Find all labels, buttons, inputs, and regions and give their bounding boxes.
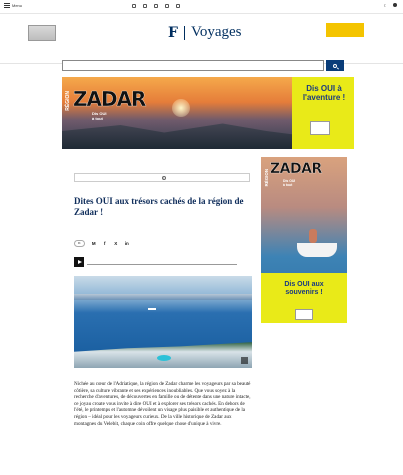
utility-link-tv[interactable] bbox=[132, 4, 137, 8]
app-icon bbox=[176, 4, 180, 8]
audio-progress-track[interactable] bbox=[87, 264, 237, 265]
photo-horizon bbox=[74, 294, 252, 300]
moon-icon[interactable]: ☾ bbox=[384, 3, 387, 8]
user-icon bbox=[393, 3, 397, 7]
utility-link-apps[interactable] bbox=[176, 4, 181, 8]
sunset-glow bbox=[172, 99, 190, 117]
search-button[interactable] bbox=[326, 60, 344, 71]
ad-yellow-panel: Dis OUI aux souvenirs ! bbox=[261, 273, 347, 323]
ad-headline: Dis OUI aux souvenirs ! bbox=[284, 281, 324, 296]
link-icon: ⧉ bbox=[78, 241, 81, 246]
sponsor-notice: i bbox=[74, 173, 250, 182]
logo-mark: F bbox=[168, 24, 178, 41]
ad-person-figure bbox=[309, 229, 317, 243]
site-header: F Voyages bbox=[0, 14, 403, 64]
info-icon[interactable]: i bbox=[161, 175, 166, 180]
play-icon[interactable] bbox=[74, 257, 84, 267]
account-area: ☾ bbox=[384, 3, 397, 8]
ad-region-label: RÉGION bbox=[264, 169, 269, 187]
audio-player bbox=[74, 256, 256, 270]
logo-separator bbox=[183, 25, 185, 40]
utility-links bbox=[132, 4, 181, 8]
x-share-icon[interactable]: X bbox=[113, 241, 118, 246]
tv-icon bbox=[132, 4, 136, 8]
article-title: Dites OUI aux trésors cachés de la régio… bbox=[74, 196, 244, 217]
search-icon bbox=[333, 63, 337, 68]
expand-icon[interactable] bbox=[241, 357, 248, 364]
copy-link-button[interactable]: ⧉ bbox=[74, 240, 86, 247]
article-lead: Nichée au cœur de l'Adriatique, la régio… bbox=[74, 381, 251, 427]
ad-partner-badge bbox=[310, 121, 330, 135]
utility-link-audio[interactable] bbox=[143, 4, 148, 8]
mail-icon bbox=[165, 4, 169, 8]
ad-brand: ZADAR bbox=[73, 87, 147, 111]
section-name: Voyages bbox=[190, 24, 242, 40]
hamburger-icon bbox=[4, 3, 10, 8]
menu-label: Menu bbox=[12, 3, 23, 8]
search-box bbox=[62, 60, 324, 71]
banner-advertisement[interactable]: RÉGION ZADAR Dis OUI à tout Dis OUI à l'… bbox=[62, 77, 354, 149]
facebook-share-icon[interactable]: f bbox=[102, 241, 107, 246]
email-share-icon[interactable]: M bbox=[91, 241, 96, 246]
article-photo[interactable] bbox=[74, 276, 252, 368]
print-edition-thumbnail[interactable] bbox=[28, 25, 56, 41]
site-logo[interactable]: F Voyages bbox=[168, 24, 242, 41]
globe-icon bbox=[154, 4, 158, 8]
ad-boat bbox=[297, 243, 337, 257]
sidebar-advertisement[interactable]: RÉGION ZADAR Dis OUI à tout Dis OUI aux … bbox=[261, 157, 347, 323]
ad-tagline: Dis OUI à tout bbox=[283, 179, 296, 187]
top-utility-bar: Menu ☾ bbox=[0, 0, 403, 14]
headphones-icon bbox=[143, 4, 147, 8]
subscribe-button[interactable] bbox=[326, 23, 364, 37]
ad-yellow-panel: Dis OUI à l'aventure ! bbox=[292, 77, 354, 149]
ad-tagline: Dis OUI à tout bbox=[92, 111, 107, 121]
ad-brand: ZADAR bbox=[270, 161, 323, 177]
menu-button[interactable]: Menu bbox=[4, 3, 22, 8]
ad-region-label: RÉGION bbox=[65, 91, 71, 111]
share-bar: ⧉ M f X in bbox=[74, 240, 129, 247]
utility-link-english[interactable] bbox=[154, 4, 159, 8]
search-input[interactable] bbox=[66, 62, 316, 70]
linkedin-share-icon[interactable]: in bbox=[124, 241, 129, 246]
account-link[interactable] bbox=[393, 3, 397, 8]
photo-ship bbox=[148, 308, 156, 310]
photo-pool bbox=[157, 355, 171, 361]
photo-coastline bbox=[74, 342, 252, 368]
utility-link-newsletters[interactable] bbox=[165, 4, 170, 8]
ad-partner-badge bbox=[295, 309, 313, 320]
ad-headline: Dis OUI à l'aventure ! bbox=[302, 84, 346, 102]
